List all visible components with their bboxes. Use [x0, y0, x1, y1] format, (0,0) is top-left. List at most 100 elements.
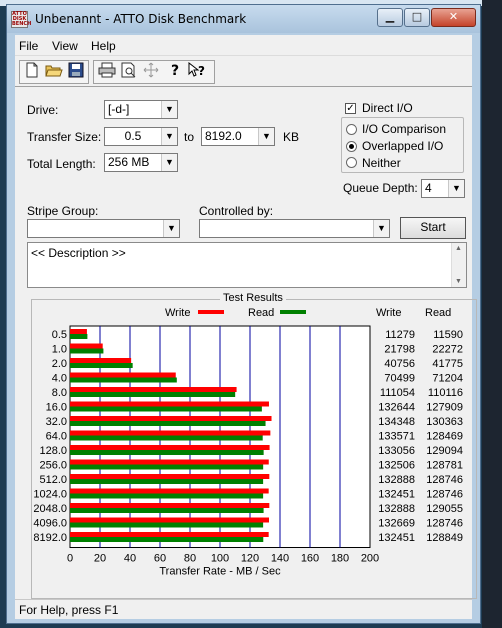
bar-write: [70, 488, 269, 494]
chevron-down-icon[interactable]: ▼: [373, 220, 389, 237]
svg-text:?: ?: [198, 64, 205, 78]
overlapped-io-label[interactable]: Overlapped I/O: [362, 139, 443, 153]
x-tick-label: 100: [211, 553, 229, 565]
context-help-icon[interactable]: ?: [187, 61, 207, 82]
total-length-value: 256 MB: [108, 155, 150, 169]
x-tick-label: 60: [154, 553, 166, 565]
atto-app-icon[interactable]: ATTO DISK BENCH: [11, 11, 31, 28]
move-icon[interactable]: [141, 62, 161, 82]
chevron-down-icon[interactable]: ▼: [448, 180, 464, 197]
category-label: 4096.0: [33, 518, 67, 530]
description-scrollbar[interactable]: ▲ ▼: [451, 243, 466, 287]
menu-help[interactable]: Help: [91, 39, 116, 53]
category-label: 256.0: [39, 460, 67, 472]
write-value: 132888: [378, 503, 415, 515]
bar-write: [70, 387, 237, 392]
category-label: 4.0: [52, 373, 67, 385]
description-textarea[interactable]: << Description >> ▲ ▼: [27, 242, 467, 288]
print-icon[interactable]: [97, 62, 117, 82]
open-icon[interactable]: [44, 62, 64, 82]
direct-io-checkbox[interactable]: ✓: [345, 103, 356, 114]
write-value: 132451: [378, 489, 415, 501]
to-label: to: [184, 130, 195, 144]
maximize-button[interactable]: □: [404, 8, 430, 27]
category-label: 2.0: [52, 358, 67, 370]
io-comparison-radio[interactable]: [346, 124, 357, 135]
write-value: 70499: [384, 373, 415, 385]
chevron-down-icon[interactable]: ▼: [161, 154, 177, 171]
category-label: 1024.0: [33, 489, 67, 501]
write-value: 132506: [378, 460, 415, 472]
scroll-down-icon[interactable]: ▼: [455, 278, 462, 285]
total-length-label: Total Length:: [27, 157, 96, 171]
drive-select[interactable]: [-d-] ▼: [104, 100, 178, 119]
help-icon[interactable]: ?: [165, 62, 185, 82]
bar-read: [70, 363, 133, 368]
write-value: 134348: [378, 416, 415, 428]
neither-label[interactable]: Neither: [362, 156, 401, 170]
transfer-to-value: 8192.0: [205, 129, 242, 143]
print-preview-icon[interactable]: [119, 62, 139, 82]
overlapped-io-radio[interactable]: [346, 141, 357, 152]
read-value: 128746: [426, 474, 463, 486]
read-value: 129055: [426, 503, 463, 515]
menu-bar: File View Help: [15, 35, 472, 56]
minimize-button[interactable]: ▁: [377, 8, 403, 27]
read-value: 128746: [426, 489, 463, 501]
chevron-down-icon[interactable]: ▼: [163, 220, 179, 237]
total-length-select[interactable]: 256 MB ▼: [104, 153, 178, 172]
bar-read: [70, 493, 264, 499]
direct-io-label[interactable]: Direct I/O: [362, 101, 413, 115]
save-icon[interactable]: [66, 62, 86, 82]
controlled-by-select[interactable]: ▼: [199, 219, 390, 238]
client-area: File View Help ? ? Drive: [-d-] ▼ Transf…: [15, 35, 477, 620]
bar-write: [70, 430, 271, 436]
scroll-up-icon[interactable]: ▲: [455, 245, 462, 252]
status-text: For Help, press F1: [19, 603, 119, 617]
bar-read: [70, 406, 262, 412]
bar-write: [70, 474, 270, 479]
bar-read: [70, 377, 177, 383]
bar-write: [70, 401, 269, 407]
category-label: 512.0: [39, 474, 67, 486]
chevron-down-icon[interactable]: ▼: [161, 101, 177, 118]
bar-write: [70, 416, 272, 421]
read-value: 128469: [426, 431, 463, 443]
stripe-group-select[interactable]: ▼: [27, 219, 180, 238]
transfer-size-from-select[interactable]: 0.5 ▼: [104, 127, 178, 146]
bar-read: [70, 464, 264, 470]
queue-depth-select[interactable]: 4 ▼: [421, 179, 465, 198]
start-button[interactable]: Start: [400, 217, 466, 239]
bar-write: [70, 532, 269, 537]
write-value: 133571: [378, 431, 415, 443]
menu-view[interactable]: View: [52, 39, 78, 53]
status-bar: For Help, press F1: [15, 599, 472, 620]
bar-write: [70, 343, 103, 349]
description-text: << Description >>: [31, 246, 126, 260]
bar-write: [70, 459, 269, 465]
chevron-down-icon[interactable]: ▼: [161, 128, 177, 145]
io-comparison-label[interactable]: I/O Comparison: [362, 122, 446, 136]
title-bar[interactable]: ATTO DISK BENCH Unbenannt - ATTO Disk Be…: [7, 5, 480, 33]
menu-file[interactable]: File: [19, 39, 38, 53]
close-button[interactable]: ✕: [431, 8, 476, 27]
category-label: 1.0: [52, 344, 67, 356]
neither-radio[interactable]: [346, 157, 357, 168]
bar-read: [70, 435, 263, 441]
bar-write: [70, 517, 270, 523]
legend-write-label: Write: [165, 307, 190, 319]
legend-write-swatch: [198, 310, 224, 314]
stripe-group-label: Stripe Group:: [27, 204, 99, 218]
x-tick-label: 20: [94, 553, 106, 565]
chevron-down-icon[interactable]: ▼: [258, 128, 274, 145]
write-value: 11279: [385, 329, 415, 341]
new-icon[interactable]: [22, 62, 42, 82]
kb-label: KB: [283, 130, 300, 144]
x-tick-label: 140: [271, 553, 289, 565]
x-tick-label: 40: [124, 553, 136, 565]
read-value: 129094: [426, 445, 463, 457]
transfer-size-to-select[interactable]: 8192.0 ▼: [201, 127, 275, 146]
read-value: 130363: [426, 416, 463, 428]
read-value: 71204: [432, 373, 463, 385]
read-value: 128849: [426, 532, 463, 544]
